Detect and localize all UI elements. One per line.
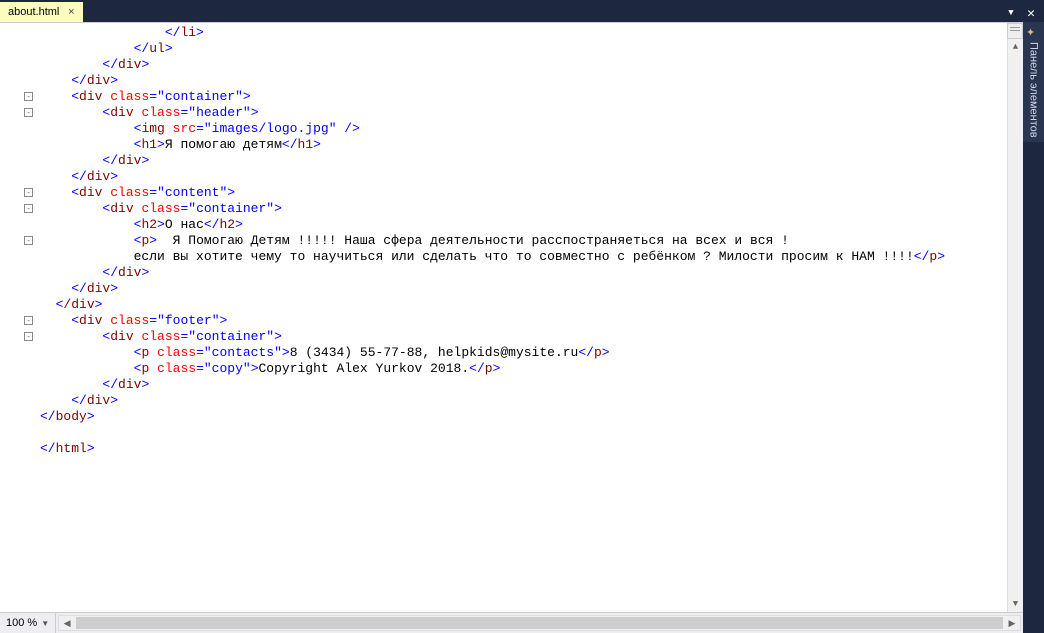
scroll-right-icon[interactable]: ▶ [1004,616,1020,630]
outline-gutter: - - - - - - - [0,23,36,612]
code-line[interactable]: </div> [40,57,1023,73]
code-line[interactable]: <div class="container"> [40,201,1023,217]
zoom-dropdown[interactable]: 100 % ▼ [0,613,56,633]
fold-toggle[interactable]: - [24,204,33,213]
toolbox-shortcut-icon[interactable]: ✕ [1022,4,1040,22]
zoom-level: 100 % [6,617,37,629]
code-line[interactable]: <p class="contacts">8 (3434) 55-77-88, h… [40,345,1023,361]
code-content[interactable]: </li> </ul> </div> </div> <div class="co… [36,23,1023,612]
scroll-down-icon[interactable]: ▼ [1008,596,1023,612]
tab-well-controls: ▼ ✕ [1004,4,1044,22]
code-line[interactable]: </li> [40,25,1023,41]
code-line[interactable]: </div> [40,73,1023,89]
code-line[interactable]: <div class="header"> [40,105,1023,121]
horizontal-scrollbar[interactable]: ◀ ▶ [58,615,1021,631]
code-line[interactable]: </div> [40,393,1023,409]
fold-toggle[interactable]: - [24,108,33,117]
code-line[interactable]: если вы хотите чему то научиться или сде… [40,249,1023,265]
code-line[interactable]: </body> [40,409,1023,425]
code-line[interactable]: </div> [40,281,1023,297]
code-line[interactable]: </div> [40,377,1023,393]
code-line[interactable]: <div class="container"> [40,329,1023,345]
code-line[interactable]: <p> Я Помогаю Детям !!!!! Наша сфера дея… [40,233,1023,249]
code-line[interactable]: </div> [40,265,1023,281]
tab-well: about.html × ▼ ✕ [0,0,1044,22]
wrench-icon: ✦ [1026,26,1035,39]
code-line[interactable]: </div> [40,153,1023,169]
fold-toggle[interactable]: - [24,188,33,197]
scroll-up-icon[interactable]: ▲ [1008,39,1023,55]
vertical-scrollbar[interactable]: ▲ ▼ [1007,39,1023,612]
code-line[interactable]: </div> [40,297,1023,313]
code-line[interactable]: <h1>Я помогаю детям</h1> [40,137,1023,153]
code-line[interactable]: <div class="footer"> [40,313,1023,329]
fold-toggle[interactable]: - [24,236,33,245]
code-line[interactable]: </html> [40,441,1023,457]
code-line[interactable]: <div class="content"> [40,185,1023,201]
code-line[interactable]: <p class="copy">Copyright Alex Yurkov 20… [40,361,1023,377]
code-line[interactable] [40,425,1023,441]
chevron-down-icon: ▼ [41,619,49,628]
fold-toggle[interactable]: - [24,92,33,101]
code-line[interactable]: <img src="images/logo.jpg" /> [40,121,1023,137]
document-tab[interactable]: about.html × [0,2,83,22]
tab-filename: about.html [8,6,59,18]
code-area[interactable]: - - - - - - - </li> </ul> </div> </div> <div c… [0,23,1023,612]
scrollbar-thumb[interactable] [76,617,1003,629]
tab-overflow-dropdown[interactable]: ▼ [1004,6,1018,20]
toolbox-label: Панель элементов [1028,42,1040,138]
close-icon[interactable]: × [65,6,77,18]
code-line[interactable]: <h2>О нас</h2> [40,217,1023,233]
fold-toggle[interactable]: - [24,332,33,341]
code-line[interactable]: <div class="container"> [40,89,1023,105]
fold-toggle[interactable]: - [24,316,33,325]
toolbox-panel-tab[interactable]: ✦ Панель элементов [1023,22,1044,142]
status-bar: 100 % ▼ ◀ ▶ [0,612,1023,633]
code-line[interactable]: </ul> [40,41,1023,57]
code-editor: - - - - - - - </li> </ul> </div> </div> <div c… [0,22,1023,612]
split-handle[interactable] [1007,23,1023,39]
code-line[interactable]: </div> [40,169,1023,185]
scroll-left-icon[interactable]: ◀ [59,616,75,630]
